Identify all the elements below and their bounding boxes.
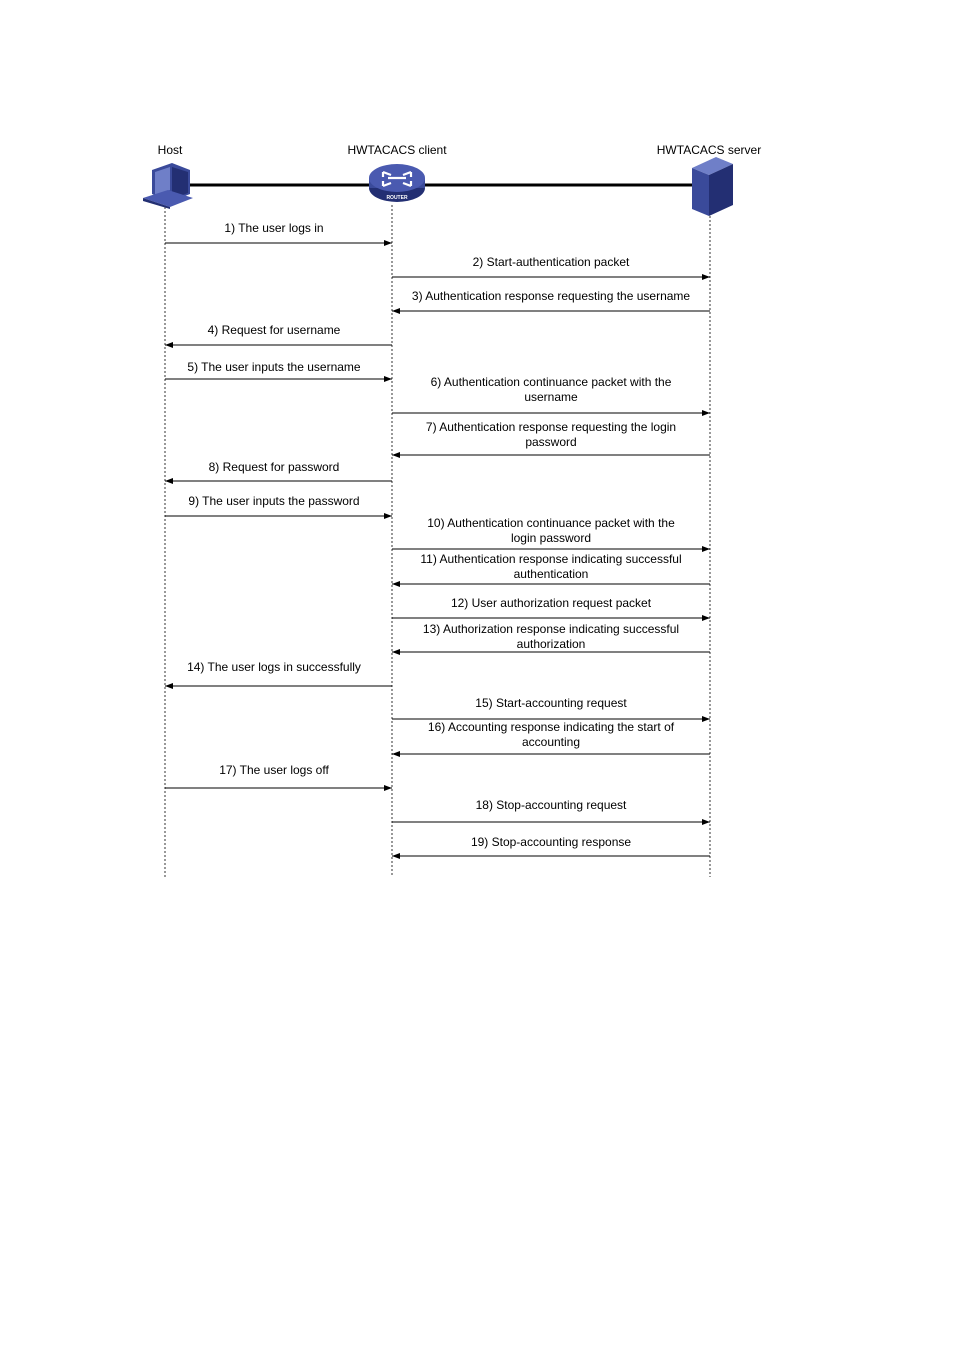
message-label: 4) Request for username bbox=[208, 323, 341, 337]
message-label: 18) Stop-accounting request bbox=[476, 798, 627, 812]
message-4: 4) Request for username bbox=[165, 323, 392, 348]
message-label: 14) The user logs in successfully bbox=[187, 660, 361, 674]
computer-icon bbox=[143, 163, 193, 209]
message-17: 17) The user logs off bbox=[165, 763, 392, 791]
message-label: username bbox=[524, 390, 578, 404]
message-label: 1) The user logs in bbox=[224, 221, 323, 235]
message-14: 14) The user logs in successfully bbox=[165, 660, 392, 689]
message-label: 15) Start-accounting request bbox=[475, 696, 627, 710]
message-6: 6) Authentication continuance packet wit… bbox=[392, 375, 710, 416]
message-7: 7) Authentication response requesting th… bbox=[392, 420, 710, 458]
participant-label-client: HWTACACS client bbox=[347, 143, 447, 157]
message-label: 6) Authentication continuance packet wit… bbox=[431, 375, 672, 389]
message-label: password bbox=[525, 435, 576, 449]
message-label: 2) Start-authentication packet bbox=[473, 255, 630, 269]
message-2: 2) Start-authentication packet bbox=[392, 255, 710, 280]
message-10: 10) Authentication continuance packet wi… bbox=[392, 516, 710, 552]
server-icon bbox=[692, 157, 733, 216]
router-icon: ROUTER bbox=[369, 164, 425, 202]
message-label: 5) The user inputs the username bbox=[187, 360, 361, 374]
message-label: authorization bbox=[517, 637, 586, 651]
message-label: 17) The user logs off bbox=[219, 763, 329, 777]
message-16: 16) Accounting response indicating the s… bbox=[392, 720, 710, 757]
message-label: 3) Authentication response requesting th… bbox=[412, 289, 691, 303]
message-5: 5) The user inputs the username bbox=[165, 360, 392, 382]
router-icon-text: ROUTER bbox=[386, 195, 408, 201]
message-15: 15) Start-accounting request bbox=[392, 696, 710, 722]
message-label: 9) The user inputs the password bbox=[188, 494, 359, 508]
sequence-diagram: Host HWTACACS client HWTACACS server ROU… bbox=[143, 143, 761, 877]
message-label: 13) Authorization response indicating su… bbox=[423, 622, 679, 636]
message-label: accounting bbox=[522, 735, 580, 749]
message-19: 19) Stop-accounting response bbox=[392, 835, 710, 859]
message-8: 8) Request for password bbox=[165, 460, 392, 484]
message-label: authentication bbox=[514, 567, 589, 581]
message-label: 19) Stop-accounting response bbox=[471, 835, 631, 849]
message-label: 12) User authorization request packet bbox=[451, 596, 652, 610]
message-11: 11) Authentication response indicating s… bbox=[392, 552, 710, 587]
participant-label-host: Host bbox=[158, 143, 183, 157]
participant-label-server: HWTACACS server bbox=[657, 143, 761, 157]
message-1: 1) The user logs in bbox=[165, 221, 392, 246]
message-label: 10) Authentication continuance packet wi… bbox=[427, 516, 675, 530]
message-label: 8) Request for password bbox=[209, 460, 340, 474]
message-label: 11) Authentication response indicating s… bbox=[420, 552, 681, 566]
message-9: 9) The user inputs the password bbox=[165, 494, 392, 519]
message-label: login password bbox=[511, 531, 591, 545]
message-label: 16) Accounting response indicating the s… bbox=[428, 720, 675, 734]
message-13: 13) Authorization response indicating su… bbox=[392, 622, 710, 655]
message-3: 3) Authentication response requesting th… bbox=[392, 289, 710, 314]
messages: 1) The user logs in 2) Start-authenticati… bbox=[165, 221, 710, 859]
message-12: 12) User authorization request packet bbox=[392, 596, 710, 621]
message-label: 7) Authentication response requesting th… bbox=[426, 420, 676, 434]
message-18: 18) Stop-accounting request bbox=[392, 798, 710, 825]
